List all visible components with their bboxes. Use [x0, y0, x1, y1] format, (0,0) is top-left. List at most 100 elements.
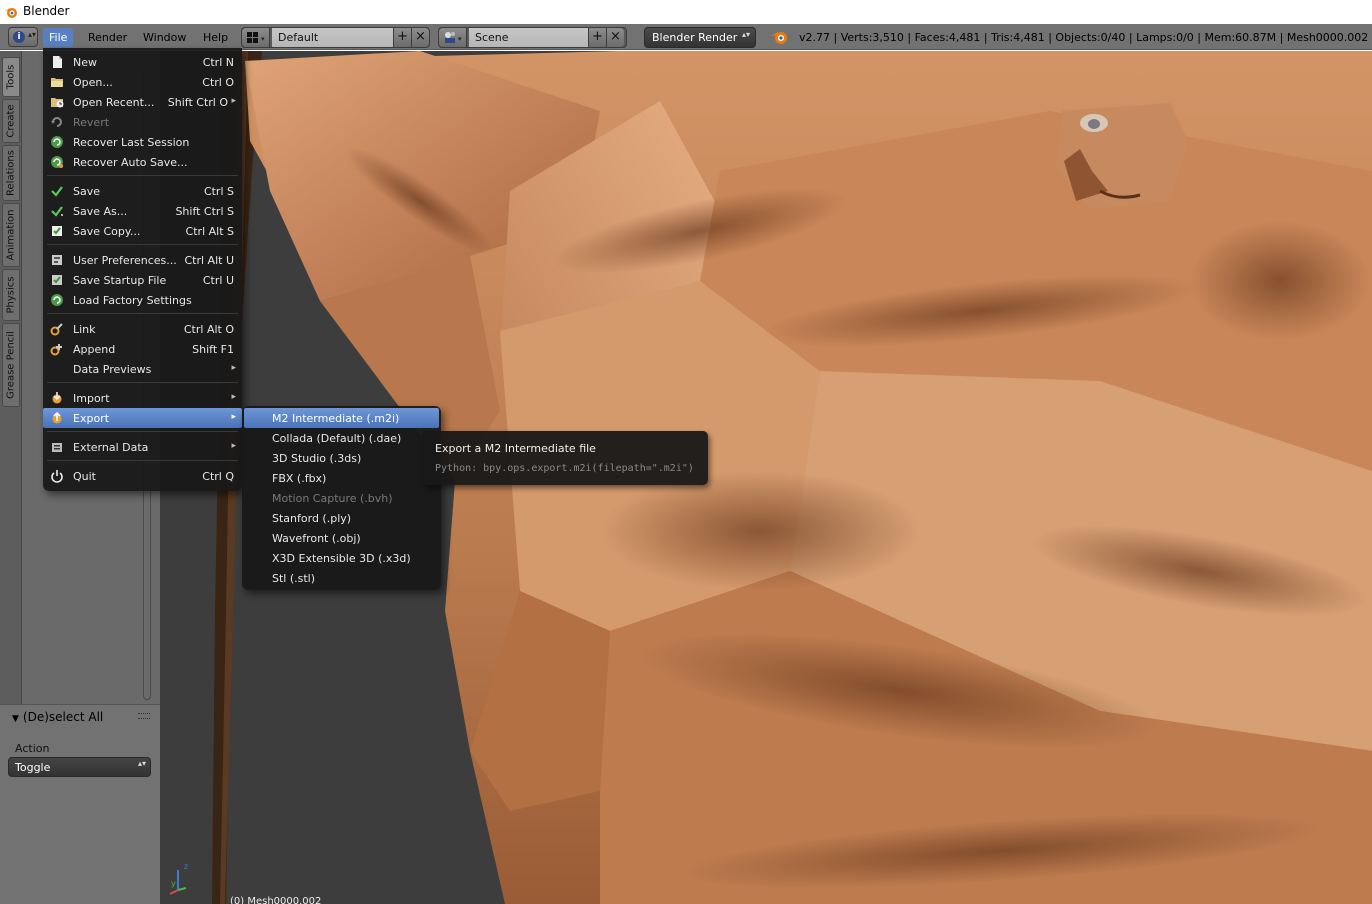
updown-arrow-icon: ▴▾	[137, 759, 146, 768]
submenu-arrow-icon: ▸	[231, 363, 236, 373]
append-icon	[50, 344, 62, 356]
menu-item-shortcut: Ctrl Alt S	[185, 225, 234, 238]
menu-item-revert: Revert	[43, 112, 242, 132]
editor-type-selector[interactable]: i ▴▾	[8, 27, 38, 47]
screen-layout-icon[interactable]: ▾	[242, 28, 270, 47]
file-menu: New Ctrl N Open... Ctrl O Open Recent...…	[43, 48, 242, 491]
export-item-label: Stanford (.ply)	[272, 512, 352, 525]
tab-relations[interactable]: Relations	[2, 145, 20, 201]
menu-item-load-factory-settings[interactable]: Load Factory Settings	[43, 290, 242, 310]
folder-open-icon	[51, 78, 63, 87]
export-item-x3d[interactable]: X3D Extensible 3D (.x3d)	[244, 548, 439, 568]
action-label: Action	[15, 742, 50, 755]
tab-tools[interactable]: Tools	[2, 57, 20, 97]
menu-item-external-data[interactable]: External Data ▸	[43, 437, 242, 457]
menu-item-shortcut: Ctrl Q	[202, 470, 234, 483]
menu-item-export[interactable]: Export ▸	[43, 408, 242, 428]
menu-item-open[interactable]: Open... Ctrl O	[43, 72, 242, 92]
menu-item-shortcut: Ctrl N	[202, 56, 234, 69]
window-titlebar: Blender	[0, 0, 1372, 24]
menu-item-recover-last-session[interactable]: Recover Last Session	[43, 132, 242, 152]
export-item-obj[interactable]: Wavefront (.obj)	[244, 528, 439, 548]
tab-grease-pencil-label: Grease Pencil	[5, 331, 17, 399]
menu-item-label: Save Startup File	[73, 274, 167, 287]
menu-item-save-copy[interactable]: Save Copy... Ctrl Alt S	[43, 221, 242, 241]
scene-name[interactable]: Scene	[469, 28, 588, 47]
export-item-label: Collada (Default) (.dae)	[272, 432, 402, 445]
check-icon	[51, 186, 63, 197]
panel-drag-grip-icon[interactable]	[138, 713, 150, 719]
menu-file[interactable]: File	[43, 28, 74, 47]
menu-item-label: Revert	[73, 116, 110, 129]
menu-item-label: Quit	[73, 470, 96, 483]
menu-item-open-recent[interactable]: Open Recent... Shift Ctrl O ▸	[43, 92, 242, 112]
screen-layout-name[interactable]: Default	[272, 28, 393, 47]
action-dropdown[interactable]: Toggle ▴▾	[8, 757, 151, 777]
menu-item-label: Save	[73, 185, 101, 198]
screen-layout-selector[interactable]: ▾ Default + ×	[241, 27, 430, 48]
open-recent-icon	[51, 98, 64, 108]
load-factory-icon	[51, 294, 63, 306]
menu-item-data-previews[interactable]: Data Previews ▸	[43, 359, 242, 379]
tooltip-python: Python: bpy.ops.export.m2i(filepath=".m2…	[435, 463, 694, 474]
blender-app-icon	[5, 8, 17, 18]
export-item-collada[interactable]: Collada (Default) (.dae)	[244, 428, 439, 448]
menu-item-quit[interactable]: Quit Ctrl Q	[43, 466, 242, 486]
menu-item-save[interactable]: Save Ctrl S	[43, 181, 242, 201]
tab-create[interactable]: Create	[2, 99, 20, 143]
export-icon	[52, 411, 62, 424]
menu-item-label: Save Copy...	[73, 225, 141, 238]
tab-physics[interactable]: Physics	[2, 269, 20, 321]
export-tooltip: Export a M2 Intermediate file Python: bp…	[422, 431, 708, 485]
svg-text:y: y	[171, 879, 176, 888]
menu-item-user-preferences[interactable]: User Preferences... Ctrl Alt U	[43, 250, 242, 270]
menu-item-link[interactable]: Link Ctrl Alt O	[43, 319, 242, 339]
remove-screen-icon[interactable]: ×	[411, 28, 429, 47]
tab-grease-pencil[interactable]: Grease Pencil	[2, 323, 20, 407]
external-data-icon	[52, 443, 62, 452]
menu-separator	[47, 175, 238, 176]
add-scene-icon[interactable]: +	[588, 28, 606, 47]
axis-gizmo-icon: z y	[169, 862, 188, 895]
menu-item-shortcut: Ctrl Alt U	[184, 254, 234, 267]
recover-icon	[51, 136, 63, 148]
render-engine-dropdown[interactable]: Blender Render ▴▾	[644, 27, 756, 48]
menu-item-import[interactable]: Import ▸	[43, 388, 242, 408]
menu-item-label: Open Recent...	[73, 96, 155, 109]
window-title: Blender	[23, 4, 70, 18]
operator-panel-title[interactable]: ▼ (De)select All	[12, 710, 103, 724]
export-item-3ds[interactable]: 3D Studio (.3ds)	[244, 448, 439, 468]
menu-item-label: Recover Auto Save...	[73, 156, 188, 169]
tab-animation[interactable]: Animation	[2, 203, 20, 267]
new-file-icon	[53, 56, 62, 68]
export-item-label: Motion Capture (.bvh)	[272, 492, 393, 505]
menu-separator	[47, 431, 238, 432]
menu-item-label: Append	[73, 343, 116, 356]
export-item-m2i[interactable]: M2 Intermediate (.m2i)	[244, 408, 439, 428]
submenu-arrow-icon: ▸	[231, 441, 236, 451]
scene-selector[interactable]: ▾ Scene + ×	[438, 27, 627, 48]
menu-item-label: New	[73, 56, 97, 69]
info-icon: i	[13, 31, 25, 43]
menu-item-recover-auto-save[interactable]: Recover Auto Save...	[43, 152, 242, 172]
menu-item-save-startup-file[interactable]: Save Startup File Ctrl U	[43, 270, 242, 290]
export-item-ply[interactable]: Stanford (.ply)	[244, 508, 439, 528]
export-item-fbx[interactable]: FBX (.fbx)	[244, 468, 439, 488]
add-screen-icon[interactable]: +	[393, 28, 411, 47]
operator-panel: ▼ (De)select All Action Toggle ▴▾	[0, 704, 160, 904]
menu-item-save-as[interactable]: Save As... Shift Ctrl S	[43, 201, 242, 221]
menu-item-new[interactable]: New Ctrl N	[43, 52, 242, 72]
menu-item-label: External Data	[73, 441, 149, 454]
export-item-label: FBX (.fbx)	[272, 472, 327, 485]
remove-scene-icon[interactable]: ×	[606, 28, 624, 47]
export-item-label: X3D Extensible 3D (.x3d)	[272, 552, 411, 565]
menu-separator	[47, 244, 238, 245]
menu-item-append[interactable]: Append Shift F1	[43, 339, 242, 359]
menu-help[interactable]: Help	[197, 28, 234, 47]
menu-window[interactable]: Window	[137, 28, 192, 47]
menu-separator	[47, 460, 238, 461]
export-item-stl[interactable]: Stl (.stl)	[244, 568, 439, 588]
menu-separator	[47, 382, 238, 383]
scene-icon[interactable]: ▾	[439, 28, 467, 47]
menu-render[interactable]: Render	[82, 28, 133, 47]
